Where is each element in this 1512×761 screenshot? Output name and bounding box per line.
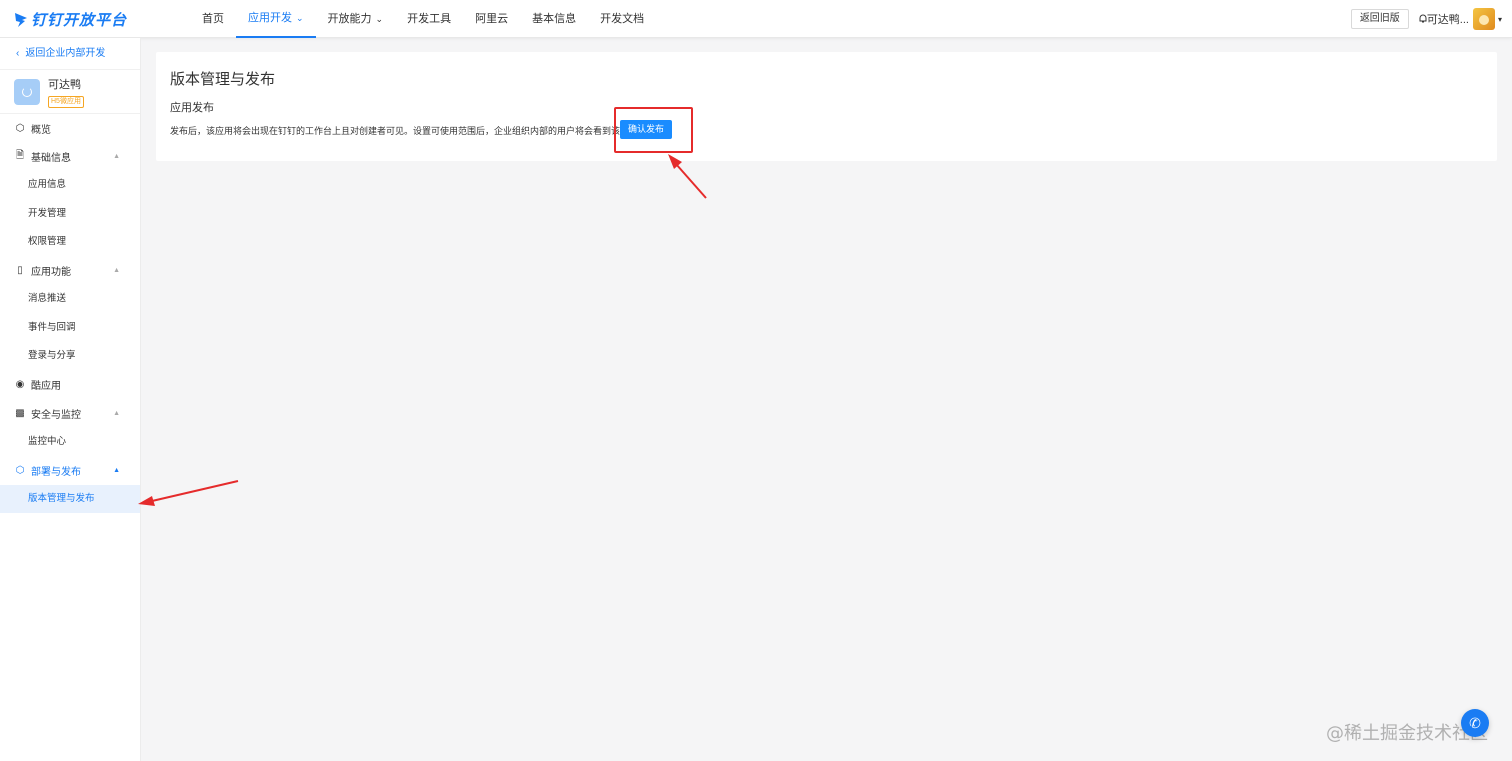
- dingtalk-bird-icon: [15, 12, 27, 27]
- sidebar-item-dev-management[interactable]: 开发管理: [0, 200, 140, 229]
- nav-open-capabilities-label: 开放能力: [327, 13, 372, 25]
- caret-down-icon[interactable]: ▾: [1498, 15, 1502, 24]
- dingtalk-logo[interactable]: 钉钉开放平台: [14, 9, 127, 30]
- sidebar-item-label: 酷应用: [31, 381, 61, 393]
- doc-icon: 🗎: [15, 150, 25, 162]
- cube-icon: ⬡: [15, 122, 25, 134]
- nav-home-label: 首页: [202, 13, 224, 25]
- phone-icon: ▯: [17, 265, 23, 277]
- sidebar: ‹ 返回企业内部开发 可达鸭 H5微应用 ⬡ 概览 🗎 基础信息 ▲ 应用信息 开发管理…: [0, 38, 141, 761]
- nav-dev-docs-label: 开发文档: [600, 13, 645, 25]
- nav-basic-info-label: 基本信息: [532, 13, 577, 25]
- chevron-up-icon: ▲: [113, 267, 120, 275]
- sidebar-item-events-callbacks[interactable]: 事件与回调: [0, 314, 140, 343]
- nav-aliyun[interactable]: 阿里云: [463, 0, 520, 38]
- sidebar-item-label: 安全与监控: [31, 409, 81, 421]
- chevron-up-icon: ▲: [113, 409, 120, 417]
- nav-dev-tools[interactable]: 开发工具: [395, 0, 463, 38]
- sidebar-item-label: 概览: [31, 124, 51, 136]
- sidebar-group-security-monitoring[interactable]: ▩ 安全与监控 ▲: [0, 399, 140, 428]
- publish-card: 版本管理与发布 应用发布 发布后，该应用将会出现在钉钉的工作台上且对创建者可见。…: [156, 52, 1497, 161]
- sidebar-group-app-features[interactable]: ▯ 应用功能 ▲: [0, 257, 140, 286]
- annotation-arrow-to-sidebar: [138, 480, 239, 506]
- chevron-down-icon: ⌄: [375, 14, 384, 24]
- user-name: 可达鸭...: [1426, 14, 1469, 26]
- back-to-old-version-button[interactable]: 返回旧版: [1350, 9, 1409, 29]
- chevron-down-icon: ⌄: [296, 13, 304, 23]
- nav-app-dev[interactable]: 应用开发 ⌄: [236, 0, 316, 38]
- back-to-enterprise-dev-link[interactable]: ‹ 返回企业内部开发: [0, 38, 140, 70]
- user-menu[interactable]: 可达鸭...: [1419, 11, 1469, 27]
- chevron-up-icon: ▲: [113, 466, 120, 474]
- chevron-up-icon: ▲: [113, 153, 120, 161]
- app-name: 可达鸭: [48, 78, 81, 91]
- nav-dev-docs[interactable]: 开发文档: [588, 0, 656, 38]
- nav-basic-info[interactable]: 基本信息: [520, 0, 588, 38]
- sidebar-item-message-push[interactable]: 消息推送: [0, 285, 140, 314]
- publish-description: 发布后，该应用将会出现在钉钉的工作台上且对创建者可见。设置可使用范围后，企业组织…: [170, 126, 648, 136]
- sidebar-item-monitoring-center[interactable]: 监控中心: [0, 428, 140, 457]
- brand-name: 钉钉开放平台: [31, 12, 128, 29]
- nav-home[interactable]: 首页: [190, 0, 236, 38]
- nav-open-capabilities[interactable]: 开放能力 ⌄: [316, 0, 396, 38]
- sidebar-item-cool-app[interactable]: ◉ 酷应用: [0, 371, 140, 400]
- sidebar-item-overview[interactable]: ⬡ 概览: [0, 114, 140, 143]
- sidebar-group-deploy-publish[interactable]: ⬡ 部署与发布 ▲: [0, 456, 140, 485]
- cube-icon: ⬡: [15, 464, 25, 476]
- avatar[interactable]: [1472, 8, 1495, 30]
- app-type-badge: H5微应用: [48, 95, 84, 108]
- sidebar-group-basic-info[interactable]: 🗎 基础信息 ▲: [0, 143, 140, 172]
- sidebar-item-permission-management[interactable]: 权限管理: [0, 228, 140, 257]
- app-card: 可达鸭 H5微应用: [0, 70, 140, 114]
- chevron-left-icon: ‹: [16, 48, 20, 59]
- back-link-label: 返回企业内部开发: [25, 48, 106, 59]
- cool-app-icon: ◉: [15, 379, 25, 391]
- bell-icon[interactable]: [1419, 14, 1427, 24]
- sidebar-item-label: 部署与发布: [31, 466, 81, 478]
- sidebar-item-label: 基础信息: [31, 153, 71, 165]
- nav-app-dev-label: 应用开发: [248, 12, 292, 24]
- help-chat-icon[interactable]: ✆: [1461, 709, 1489, 737]
- sidebar-item-label: 应用功能: [31, 267, 71, 279]
- nav-aliyun-label: 阿里云: [475, 13, 509, 25]
- sidebar-item-version-management[interactable]: 版本管理与发布: [0, 484, 140, 513]
- main-nav: 首页 应用开发 ⌄ 开放能力 ⌄ 开发工具 阿里云 基本信息 开发文档: [190, 0, 656, 38]
- bar-chart-icon: ▩: [15, 407, 25, 419]
- confirm-publish-button[interactable]: 确认发布: [620, 120, 672, 139]
- page-title: 版本管理与发布: [170, 70, 276, 88]
- sidebar-item-login-share[interactable]: 登录与分享: [0, 342, 140, 371]
- sidebar-item-app-info[interactable]: 应用信息: [0, 171, 140, 200]
- section-title: 应用发布: [170, 102, 214, 114]
- app-logo-icon: [14, 78, 40, 105]
- top-right-area: 返回旧版 可达鸭... ▾: [1350, 8, 1502, 30]
- nav-dev-tools-label: 开发工具: [407, 13, 452, 25]
- top-nav-bar: 钉钉开放平台 首页 应用开发 ⌄ 开放能力 ⌄ 开发工具 阿里云 基本信息 开发文档…: [0, 0, 1512, 38]
